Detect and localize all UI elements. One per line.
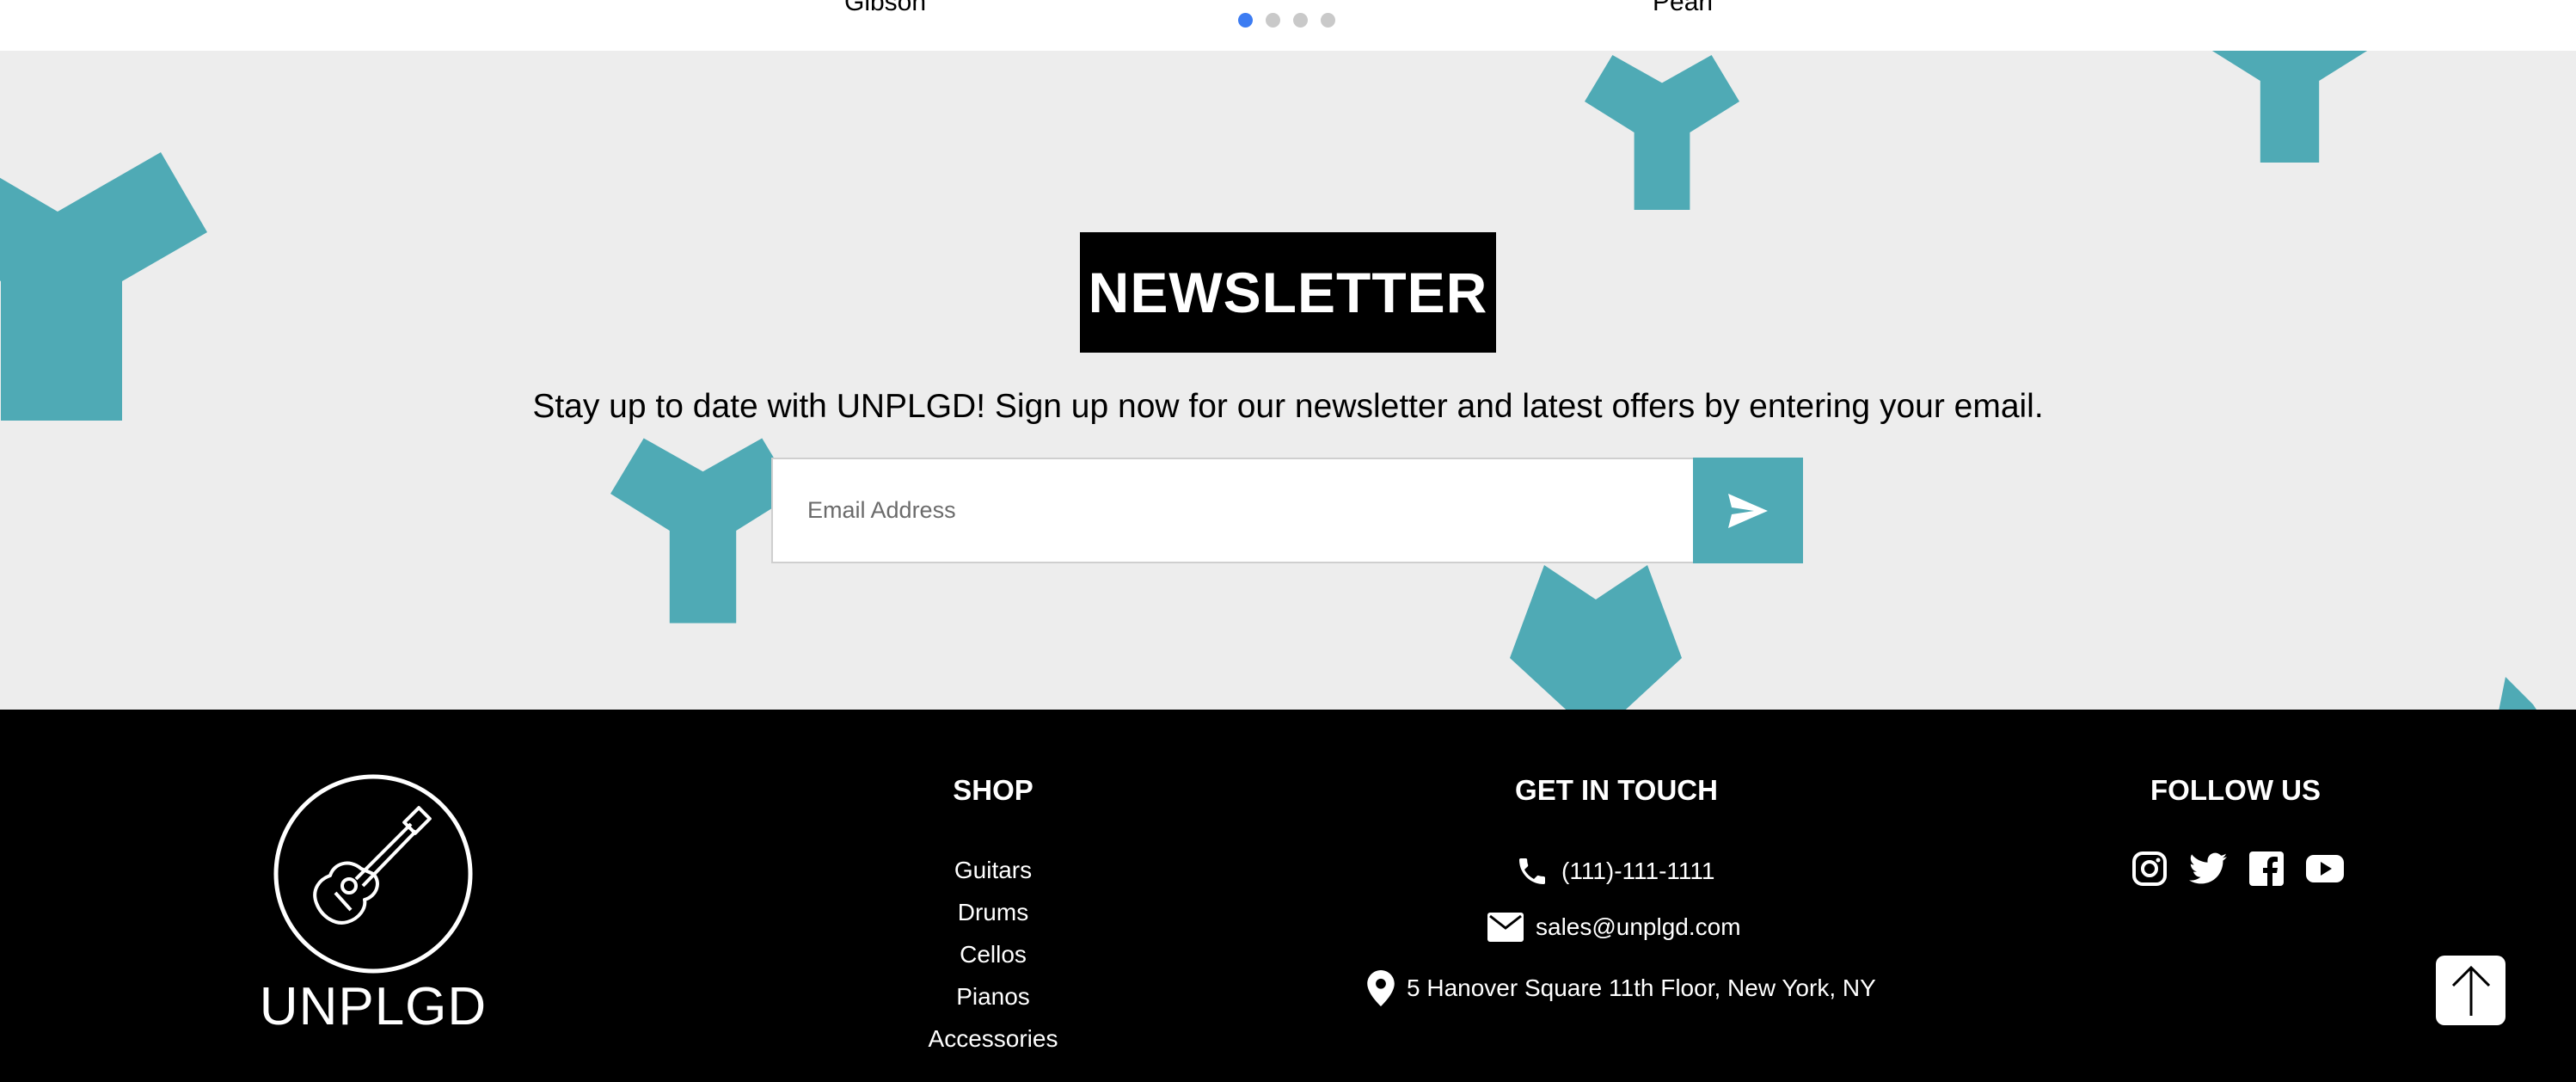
brand-label-gibson[interactable]: Gibson	[844, 0, 926, 17]
email-address: sales@unplgd.com	[1536, 913, 1741, 940]
mail-icon	[1487, 913, 1524, 942]
decorative-y-shape	[2211, 51, 2368, 163]
send-button[interactable]	[1693, 458, 1803, 563]
email-input[interactable]	[771, 458, 1693, 563]
carousel-dot-3[interactable]	[1293, 13, 1308, 28]
decorative-y-shape	[610, 438, 795, 624]
logo[interactable]	[273, 774, 473, 974]
back-to-top-button[interactable]	[2436, 956, 2505, 1025]
newsletter-form	[771, 458, 1803, 563]
follow-heading: FOLLOW US	[2150, 774, 2321, 806]
decorative-y-shape	[1585, 55, 1739, 210]
youtube-icon[interactable]	[2305, 849, 2344, 888]
carousel-dot-4[interactable]	[1321, 13, 1335, 28]
instagram-icon[interactable]	[2130, 849, 2168, 888]
send-icon	[1728, 493, 1768, 528]
contact-heading: GET IN TOUCH	[1515, 774, 1718, 806]
carousel-dots	[1238, 13, 1335, 28]
decorative-y-shape	[1510, 565, 1682, 710]
shop-link-cellos[interactable]: Cellos	[886, 933, 1101, 975]
street-address: 5 Hanover Square 11th Floor, New York, N…	[1407, 974, 1876, 1001]
newsletter-title-box: NEWSLETTER	[1080, 232, 1496, 353]
decorative-y-shape	[2499, 677, 2536, 710]
newsletter-title: NEWSLETTER	[1088, 261, 1488, 324]
site-footer: UNPLGD SHOP Guitars Drums Cellos Pianos …	[0, 710, 2576, 1082]
facebook-icon[interactable]	[2247, 849, 2285, 888]
brand-carousel: Gibson Pearl	[0, 0, 2576, 51]
shop-heading: SHOP	[953, 774, 1033, 806]
shop-links: Guitars Drums Cellos Pianos Accessories	[886, 849, 1101, 1060]
arrow-up-icon	[2450, 964, 2493, 1017]
shop-link-guitars[interactable]: Guitars	[886, 849, 1101, 891]
guitar-icon	[273, 774, 473, 974]
twitter-icon[interactable]	[2188, 849, 2227, 888]
phone-number: (111)-111-1111	[1561, 858, 1715, 884]
carousel-dot-2[interactable]	[1266, 13, 1280, 28]
contact-email[interactable]: sales@unplgd.com	[1487, 913, 1741, 942]
logo-text: UNPLGD	[259, 977, 488, 1036]
newsletter-description: Stay up to date with UNPLGD! Sign up now…	[532, 388, 2044, 425]
shop-link-drums[interactable]: Drums	[886, 891, 1101, 933]
newsletter-section: NEWSLETTER Stay up to date with UNPLGD! …	[0, 51, 2576, 710]
shop-link-accessories[interactable]: Accessories	[886, 1017, 1101, 1060]
contact-phone[interactable]: (111)-111-1111	[1515, 854, 1714, 888]
carousel-dot-1[interactable]	[1238, 13, 1253, 28]
phone-icon	[1515, 854, 1549, 888]
contact-address: 5 Hanover Square 11th Floor, New York, N…	[1367, 970, 1876, 1006]
shop-link-pianos[interactable]: Pianos	[886, 975, 1101, 1017]
brand-label-pearl[interactable]: Pearl	[1653, 0, 1713, 17]
social-links	[2130, 849, 2344, 888]
location-pin-icon	[1367, 970, 1395, 1006]
